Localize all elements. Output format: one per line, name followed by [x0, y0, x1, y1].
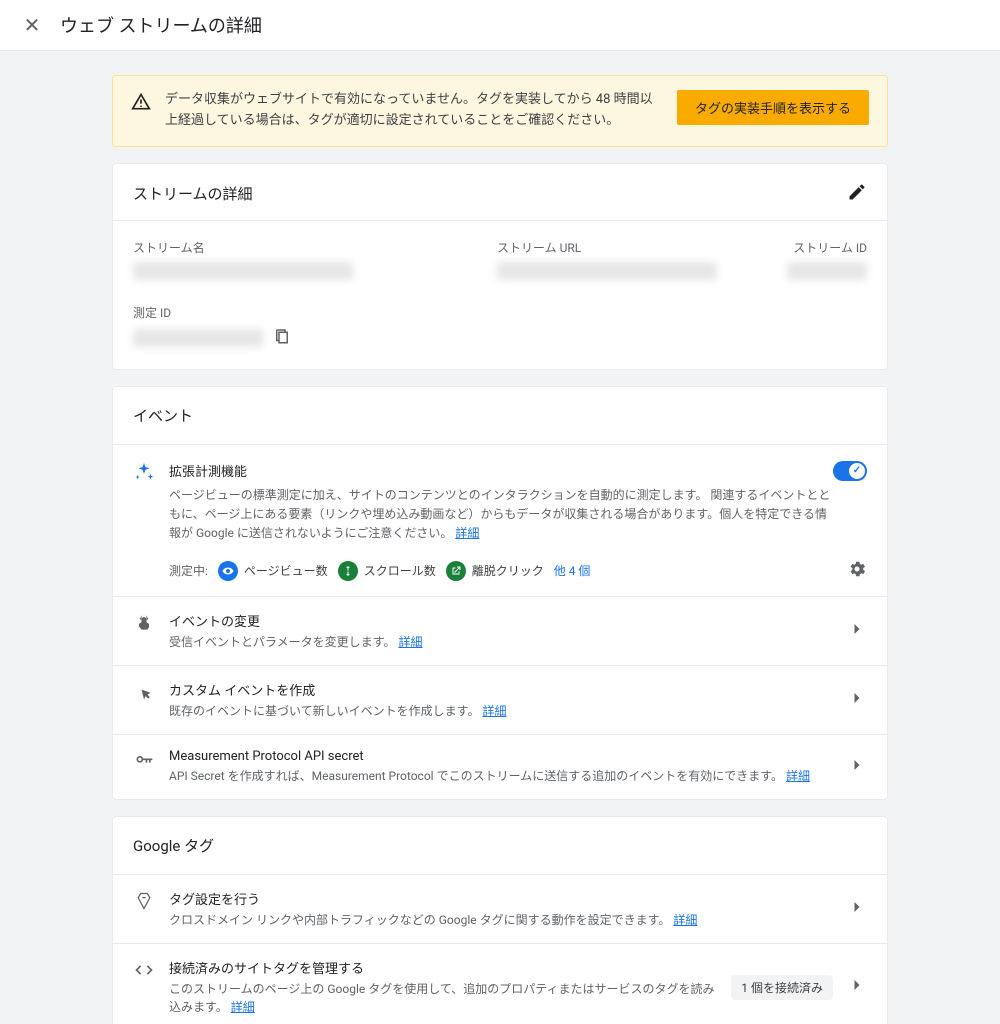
sparkle-icon — [133, 461, 155, 583]
exit-icon — [446, 561, 466, 581]
stream-name-value — [133, 262, 353, 280]
enhanced-measurement-desc: ページビューの標準測定に加え、サイトのコンテンツとのインタラクションを自動的に測… — [169, 486, 833, 544]
chevron-right-icon — [847, 755, 867, 779]
measurement-id-label: 測定 ID — [133, 304, 867, 321]
custom-events-item[interactable]: カスタム イベントを作成 既存のイベントに基づいて新しいイベントを作成します。 … — [113, 665, 887, 734]
alert-text: データ収集がウェブサイトで有効になっていません。タグを実装してから 48 時間以… — [165, 90, 663, 132]
events-title: イベント — [113, 387, 887, 444]
mp-secret-item[interactable]: Measurement Protocol API secret API Secr… — [113, 734, 887, 799]
touch-icon — [133, 613, 155, 637]
chevron-right-icon — [847, 619, 867, 643]
stream-id-label: ストリーム ID — [767, 239, 867, 256]
tag-config-item[interactable]: タグ設定を行う クロスドメイン リンクや内部トラフィックなどの Google タ… — [113, 874, 887, 943]
cursor-click-icon — [133, 682, 155, 706]
tag-config-title: タグ設定を行う — [169, 889, 833, 908]
mp-secret-title: Measurement Protocol API secret — [169, 749, 833, 764]
mp-secret-link[interactable]: 詳細 — [786, 769, 810, 783]
code-icon — [133, 960, 155, 984]
tag-config-desc: クロスドメイン リンクや内部トラフィックなどの Google タグに関する動作を… — [169, 911, 833, 929]
enhanced-measurement-toggle[interactable]: ✓ — [833, 461, 867, 481]
alert-banner: データ収集がウェブサイトで有効になっていません。タグを実装してから 48 時間以… — [112, 75, 888, 147]
connected-tags-title: 接続済みのサイトタグを管理する — [169, 958, 717, 977]
stream-name-label: ストリーム名 — [133, 239, 473, 256]
enhanced-measurement-title: 拡張計測機能 — [169, 461, 833, 480]
stream-details-card: ストリームの詳細 ストリーム名 ストリーム URL ストリーム ID — [112, 163, 888, 370]
stream-details-title: ストリームの詳細 — [133, 183, 253, 204]
gear-icon[interactable] — [847, 559, 867, 582]
tag-icon — [133, 891, 155, 915]
stream-url-value — [497, 262, 717, 280]
badge-pageview: ページビュー数 — [218, 561, 328, 581]
google-tag-card: Google タグ タグ設定を行う クロスドメイン リンクや内部トラフィックなど… — [112, 816, 888, 1024]
chevron-right-icon — [847, 975, 867, 999]
chevron-right-icon — [847, 897, 867, 921]
key-icon — [133, 751, 155, 775]
custom-events-title: カスタム イベントを作成 — [169, 680, 833, 699]
modify-events-item[interactable]: イベントの変更 受信イベントとパラメータを変更します。 詳細 — [113, 596, 887, 665]
custom-events-desc: 既存のイベントに基づいて新しいイベントを作成します。 詳細 — [169, 702, 833, 720]
badge-outbound: 離脱クリック — [446, 561, 544, 581]
connected-tags-link[interactable]: 詳細 — [231, 1000, 255, 1014]
edit-icon[interactable] — [847, 182, 867, 206]
google-tag-title: Google タグ — [113, 817, 887, 874]
tag-config-link[interactable]: 詳細 — [673, 913, 697, 927]
more-measurements-link[interactable]: 他 4 個 — [554, 562, 591, 579]
measuring-label: 測定中: — [169, 562, 208, 579]
custom-events-link[interactable]: 詳細 — [482, 704, 506, 718]
warning-icon — [131, 92, 151, 116]
show-tag-instructions-button[interactable]: タグの実装手順を表示する — [677, 90, 869, 125]
page-title: ウェブ ストリームの詳細 — [60, 12, 262, 38]
scroll-icon — [338, 561, 358, 581]
copy-icon[interactable] — [273, 327, 291, 349]
enhanced-details-link[interactable]: 詳細 — [455, 526, 479, 540]
stream-id-value — [787, 262, 867, 280]
measurement-id-value — [133, 329, 263, 347]
modify-events-link[interactable]: 詳細 — [398, 635, 422, 649]
stream-url-label: ストリーム URL — [497, 239, 743, 256]
events-card: イベント 拡張計測機能 ページビューの標準測定に加え、サイトのコンテンツとのイン… — [112, 386, 888, 801]
eye-icon — [218, 561, 238, 581]
modify-events-desc: 受信イベントとパラメータを変更します。 詳細 — [169, 633, 833, 651]
connected-tags-item[interactable]: 接続済みのサイトタグを管理する このストリームのページ上の Google タグを… — [113, 943, 887, 1024]
mp-secret-desc: API Secret を作成すれば、Measurement Protocol で… — [169, 767, 833, 785]
modify-events-title: イベントの変更 — [169, 611, 833, 630]
connected-count-badge: 1 個を接続済み — [731, 975, 833, 1000]
badge-scroll: スクロール数 — [338, 561, 436, 581]
connected-tags-desc: このストリームのページ上の Google タグを使用して、追加のプロパティまたは… — [169, 980, 717, 1016]
chevron-right-icon — [847, 688, 867, 712]
close-icon[interactable]: ✕ — [20, 13, 44, 37]
